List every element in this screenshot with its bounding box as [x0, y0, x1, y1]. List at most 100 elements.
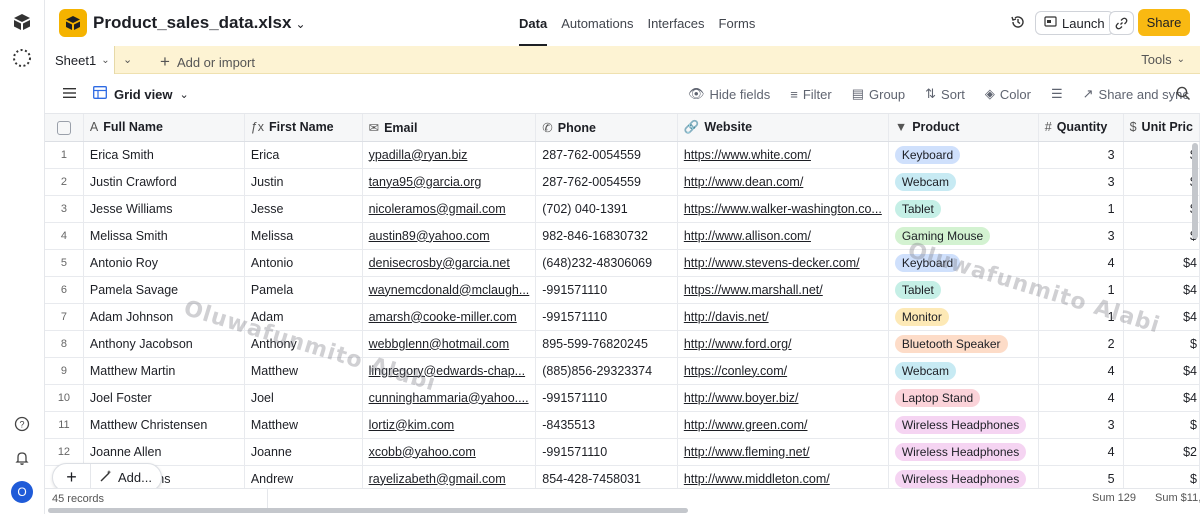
base-icon[interactable] [59, 9, 87, 37]
row-number[interactable]: 3 [45, 195, 84, 223]
table-row[interactable]: 7 Adam Johnson Adam amarsh@cooke-miller.com… [45, 303, 1200, 331]
cell-website[interactable]: http://davis.net/ [677, 303, 889, 331]
cell-website[interactable]: http://www.stevens-decker.com/ [677, 249, 889, 277]
cell-product[interactable]: Gaming Mouse [888, 222, 1039, 250]
base-title[interactable]: Product_sales_data.xlsx ⌄ [93, 13, 306, 33]
cell-first-name[interactable]: Jesse [244, 195, 363, 223]
cell-full-name[interactable]: Antonio Roy [83, 249, 245, 277]
cell-email[interactable]: cunninghammaria@yahoo.... [362, 384, 537, 412]
cell-quantity[interactable]: 3 [1038, 141, 1124, 169]
cell-product[interactable]: Tablet [888, 276, 1039, 304]
table-row[interactable]: 4 Melissa Smith Melissa austin89@yahoo.com 9… [45, 222, 1200, 250]
view-switcher[interactable]: Grid view ⌄ [93, 86, 189, 102]
cell-quantity[interactable]: 4 [1038, 249, 1124, 277]
cell-full-name[interactable]: Jesse Williams [83, 195, 245, 223]
cell-website[interactable]: https://www.marshall.net/ [677, 276, 889, 304]
cell-email[interactable]: lortiz@kim.com [362, 411, 537, 439]
table-row[interactable]: 6 Pamela Savage Pamela waynemcdonald@mclaug… [45, 276, 1200, 304]
cell-product[interactable]: Bluetooth Speaker [888, 330, 1039, 358]
search-icon[interactable] [1176, 86, 1191, 104]
launch-button[interactable]: Launch [1035, 11, 1114, 35]
add-with-ai-button[interactable]: Add... [91, 469, 161, 486]
row-number[interactable]: 11 [45, 411, 84, 439]
cell-full-name[interactable]: Erica Smith [83, 141, 245, 169]
cell-product[interactable]: Webcam [888, 357, 1039, 385]
sheet-tab-sheet1[interactable]: Sheet1 ⌄ [45, 46, 115, 74]
menu-icon[interactable] [63, 87, 77, 102]
row-number[interactable]: 1 [45, 141, 84, 169]
row-number[interactable]: 10 [45, 384, 84, 412]
cell-quantity[interactable]: 3 [1038, 168, 1124, 196]
cell-email[interactable]: xcobb@yahoo.com [362, 438, 537, 466]
cell-full-name[interactable]: Pamela Savage [83, 276, 245, 304]
cell-email[interactable]: nicoleramos@gmail.com [362, 195, 537, 223]
cell-first-name[interactable]: Joel [244, 384, 363, 412]
cell-email[interactable]: lingregory@edwards-chap... [362, 357, 537, 385]
cell-quantity[interactable]: 4 [1038, 438, 1124, 466]
column-header-full-name[interactable]: A Full Name [83, 114, 245, 142]
cell-unit-price[interactable]: $ [1123, 195, 1200, 223]
cell-first-name[interactable]: Joanne [244, 438, 363, 466]
row-number[interactable]: 5 [45, 249, 84, 277]
tab-automations[interactable]: Automations [561, 0, 633, 46]
column-header-website[interactable]: 🔗 Website [677, 114, 889, 142]
row-number[interactable]: 12 [45, 438, 84, 466]
cell-first-name[interactable]: Anthony [244, 330, 363, 358]
cell-product[interactable]: Keyboard [888, 141, 1039, 169]
unit-price-sum[interactable]: Sum $11,4 [1155, 492, 1200, 504]
cell-quantity[interactable]: 4 [1038, 384, 1124, 412]
cell-product[interactable]: Wireless Headphones [888, 438, 1039, 466]
share-and-sync-button[interactable]: ↗ Share and sync [1083, 86, 1189, 102]
column-header-email[interactable]: ✉ Email [362, 114, 537, 142]
row-number[interactable]: 2 [45, 168, 84, 196]
row-number[interactable]: 9 [45, 357, 84, 385]
cell-unit-price[interactable]: $4 [1123, 303, 1200, 331]
cell-unit-price[interactable]: $4 [1123, 384, 1200, 412]
tools-menu[interactable]: Tools ⌄ [1141, 52, 1185, 67]
cell-first-name[interactable]: Matthew [244, 357, 363, 385]
cell-first-name[interactable]: Adam [244, 303, 363, 331]
cell-first-name[interactable]: Antonio [244, 249, 363, 277]
cell-quantity[interactable]: 4 [1038, 357, 1124, 385]
table-row[interactable]: 11 Matthew Christensen Matthew lortiz@kim.c… [45, 411, 1200, 439]
cell-phone[interactable]: 287-762-0054559 [535, 168, 678, 196]
column-header-quantity[interactable]: # Quantity [1038, 114, 1124, 142]
copy-link-button[interactable] [1109, 11, 1134, 35]
cell-phone[interactable]: 854-428-7458031 [535, 465, 678, 488]
cell-website[interactable]: https://www.white.com/ [677, 141, 889, 169]
cell-phone[interactable]: (648)232-48306069 [535, 249, 678, 277]
cell-first-name[interactable]: Melissa [244, 222, 363, 250]
cell-unit-price[interactable]: $4 [1123, 276, 1200, 304]
cell-product[interactable]: Laptop Stand [888, 384, 1039, 412]
home-logo-icon[interactable] [12, 12, 32, 32]
cell-unit-price[interactable]: $ [1123, 465, 1200, 488]
cell-full-name[interactable]: Adam Johnson [83, 303, 245, 331]
cell-first-name[interactable]: Justin [244, 168, 363, 196]
history-icon[interactable] [1010, 14, 1028, 32]
cell-email[interactable]: ypadilla@ryan.biz [362, 141, 537, 169]
cell-quantity[interactable]: 1 [1038, 276, 1124, 304]
cell-product[interactable]: Monitor [888, 303, 1039, 331]
user-avatar[interactable]: O [11, 481, 33, 503]
cell-first-name[interactable]: Andrew [244, 465, 363, 488]
table-row[interactable]: 5 Antonio Roy Antonio denisecrosby@garcia.n… [45, 249, 1200, 277]
column-header-unit-price[interactable]: $ Unit Pric [1123, 114, 1200, 142]
horizontal-scrollbar[interactable] [48, 508, 688, 513]
cell-first-name[interactable]: Matthew [244, 411, 363, 439]
cell-full-name[interactable]: Melissa Smith [83, 222, 245, 250]
cell-phone[interactable]: -8435513 [535, 411, 678, 439]
cell-website[interactable]: http://www.allison.com/ [677, 222, 889, 250]
group-button[interactable]: ▤ Group [852, 86, 905, 102]
hide-fields-button[interactable]: 👁 Hide fields [688, 86, 770, 102]
table-row[interactable]: 2 Justin Crawford Justin tanya95@garcia.org… [45, 168, 1200, 196]
cell-quantity[interactable]: 3 [1038, 411, 1124, 439]
cell-website[interactable]: http://www.dean.com/ [677, 168, 889, 196]
cell-unit-price[interactable]: $ [1123, 168, 1200, 196]
table-row[interactable]: 3 Jesse Williams Jesse nicoleramos@gmail.co… [45, 195, 1200, 223]
cell-website[interactable]: http://www.fleming.net/ [677, 438, 889, 466]
cell-product[interactable]: Wireless Headphones [888, 465, 1039, 488]
table-row[interactable]: 10 Joel Foster Joel cunninghammaria@yahoo..… [45, 384, 1200, 412]
table-row[interactable]: 9 Matthew Martin Matthew lingregory@edwards… [45, 357, 1200, 385]
cell-phone[interactable]: (702) 040-1391 [535, 195, 678, 223]
cell-full-name[interactable]: Matthew Martin [83, 357, 245, 385]
